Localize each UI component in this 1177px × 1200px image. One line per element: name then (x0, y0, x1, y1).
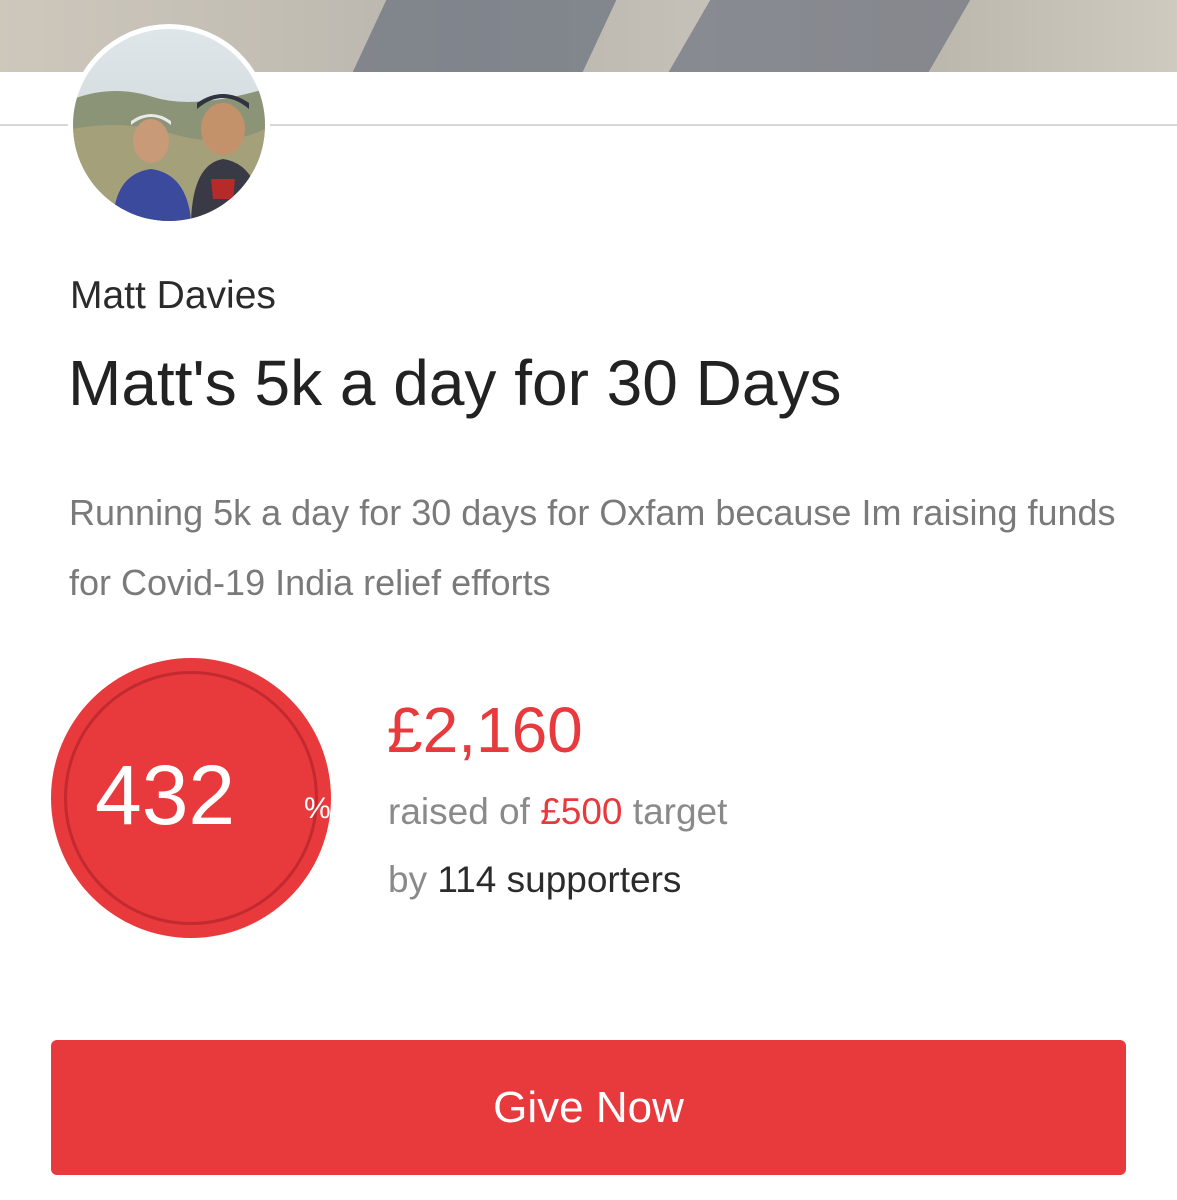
amount-raised: £2,160 (387, 694, 583, 766)
supporters-line: by 114 supporters (388, 858, 681, 902)
target-suffix: target (632, 791, 728, 832)
supporters-count: 114 supporters (437, 859, 682, 900)
progress-percent-value: 432 (95, 748, 236, 842)
give-now-button[interactable]: Give Now (51, 1040, 1126, 1175)
fundraiser-owner-name: Matt Davies (70, 274, 276, 317)
target-line: raised of £500 target (388, 790, 727, 834)
progress-circle: 432 % (51, 658, 331, 938)
supporters-prefix: by (388, 859, 428, 900)
avatar (68, 24, 270, 226)
page-title: Matt's 5k a day for 30 Days (68, 347, 842, 419)
fundraiser-description: Running 5k a day for 30 days for Oxfam b… (69, 492, 1116, 603)
progress-percent-symbol: % (304, 792, 331, 825)
target-amount: £500 (540, 791, 623, 832)
raised-prefix: raised of (388, 791, 530, 832)
